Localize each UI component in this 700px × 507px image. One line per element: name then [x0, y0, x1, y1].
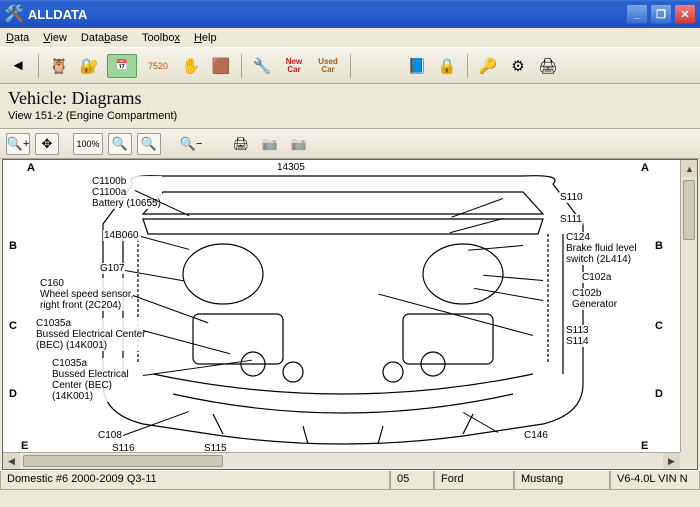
- status-make: Ford: [434, 471, 514, 490]
- scroll-thumb-v[interactable]: [683, 180, 695, 240]
- print-icon[interactable]: 🖨: [536, 54, 560, 78]
- axis-e-l: E: [21, 440, 28, 452]
- vertical-scrollbar[interactable]: ▲ ▼: [680, 160, 697, 469]
- label-g107: G107: [99, 263, 125, 274]
- label-c1100: C1100b C1100a Battery (10655): [91, 176, 162, 209]
- label-c124: C124 Brake fluid level switch (2L414): [565, 232, 638, 265]
- axis-c-l: C: [9, 320, 17, 332]
- label-c146: C146: [523, 430, 549, 441]
- status-engine: V6-4.0L VIN N: [610, 471, 700, 490]
- menu-data[interactable]: Data: [6, 32, 29, 44]
- zoom-out-button[interactable]: 🔍−: [179, 133, 203, 155]
- app-icon: 🛠️: [4, 4, 24, 24]
- newcar-button[interactable]: New Car: [280, 54, 308, 78]
- scroll-corner: [680, 452, 697, 469]
- label-s113: S113 S114: [565, 325, 590, 347]
- menu-view[interactable]: View: [43, 32, 67, 44]
- calendar-button[interactable]: 📅: [107, 54, 137, 78]
- tray-icon[interactable]: 🟫: [209, 54, 233, 78]
- menu-bar: Data View Database Toolbox Help: [0, 28, 700, 48]
- label-14b060: 14B060: [103, 230, 139, 241]
- zoom-tool-button[interactable]: 🔍: [137, 133, 161, 155]
- fit-button[interactable]: ✥: [35, 133, 59, 155]
- label-c102a: C102a: [581, 272, 612, 283]
- label-c1035a-2: C1035a Bussed Electrical Center (BEC) (1…: [51, 358, 130, 402]
- axis-c-r: C: [655, 320, 663, 332]
- wrench-icon[interactable]: 🔧: [250, 54, 274, 78]
- status-year: 05: [390, 471, 434, 490]
- status-model: Mustang: [514, 471, 610, 490]
- doc-print-button[interactable]: 🖨: [229, 133, 253, 155]
- zoom-pct-button[interactable]: 100%: [73, 133, 103, 155]
- axis-a-top: A: [27, 162, 35, 174]
- title-bar: 🛠️ ALLDATA _ ❐ ✕: [0, 0, 700, 28]
- menu-database[interactable]: Database: [81, 32, 128, 44]
- page-header: Vehicle: Diagrams View 151-2 (Engine Com…: [0, 84, 700, 129]
- lock-icon[interactable]: 🔒: [435, 54, 459, 78]
- label-s111: S111: [559, 214, 583, 225]
- axis-d-r: D: [655, 388, 663, 400]
- zoom-region-button[interactable]: 🔍: [108, 133, 132, 155]
- book-icon[interactable]: 📘: [405, 54, 429, 78]
- status-package: Domestic #6 2000-2009 Q3-11: [0, 471, 390, 490]
- gear-icon[interactable]: ⚙: [506, 54, 530, 78]
- status-bar: Domestic #6 2000-2009 Q3-11 05 Ford Must…: [0, 470, 700, 490]
- scroll-up-arrow[interactable]: ▲: [681, 160, 698, 177]
- label-c160: C160 Wheel speed sensor, right front (2C…: [39, 278, 134, 311]
- horizontal-scrollbar[interactable]: ◀ ▶: [3, 452, 680, 469]
- scroll-left-arrow[interactable]: ◀: [3, 453, 20, 470]
- menu-help[interactable]: Help: [194, 32, 217, 44]
- menu-toolbox[interactable]: Toolbox: [142, 32, 180, 44]
- camera2-button[interactable]: 📷: [287, 133, 311, 155]
- scroll-thumb-h[interactable]: [23, 455, 223, 467]
- keys-icon[interactable]: 🔑: [476, 54, 500, 78]
- axis-b-r: B: [655, 240, 663, 252]
- label-c1035a-1: C1035a Bussed Electrical Center (BEC) (1…: [35, 318, 147, 351]
- minimize-button[interactable]: _: [626, 4, 648, 24]
- owl-icon[interactable]: 🦉: [47, 54, 71, 78]
- safe-icon[interactable]: 🔐: [77, 54, 101, 78]
- axis-d-l: D: [9, 388, 17, 400]
- vehicle-title: Vehicle: Diagrams: [8, 88, 692, 109]
- label-s110: S110: [559, 192, 584, 203]
- camera1-button[interactable]: 📷: [258, 133, 282, 155]
- zoom-in-button[interactable]: 🔍+: [6, 133, 30, 155]
- diagram-viewport[interactable]: A A B B C C D D E E 14305 C1100b C1100a …: [2, 159, 698, 470]
- usedcar-button[interactable]: Used Car: [314, 54, 342, 78]
- axis-b-l: B: [9, 240, 17, 252]
- hand-icon[interactable]: ✋: [179, 54, 203, 78]
- window-title: ALLDATA: [28, 7, 626, 22]
- back-button[interactable]: ◄: [6, 54, 30, 78]
- scroll-right-arrow[interactable]: ▶: [663, 453, 680, 470]
- document-toolbar: 🔍+ ✥ 100% 🔍 🔍 🔍− 🖨 📷 📷: [0, 129, 700, 159]
- label-c102b: C102b Generator: [571, 288, 618, 310]
- view-subtitle: View 151-2 (Engine Compartment): [8, 110, 692, 122]
- maximize-button[interactable]: ❐: [650, 4, 672, 24]
- main-toolbar: ◄ 🦉 🔐 📅 7520 ✋ 🟫 🔧 New Car Used Car 📘 🔒 …: [0, 48, 700, 84]
- close-button[interactable]: ✕: [674, 4, 696, 24]
- label-c108: C108: [97, 430, 123, 441]
- code-button[interactable]: 7520: [143, 54, 173, 78]
